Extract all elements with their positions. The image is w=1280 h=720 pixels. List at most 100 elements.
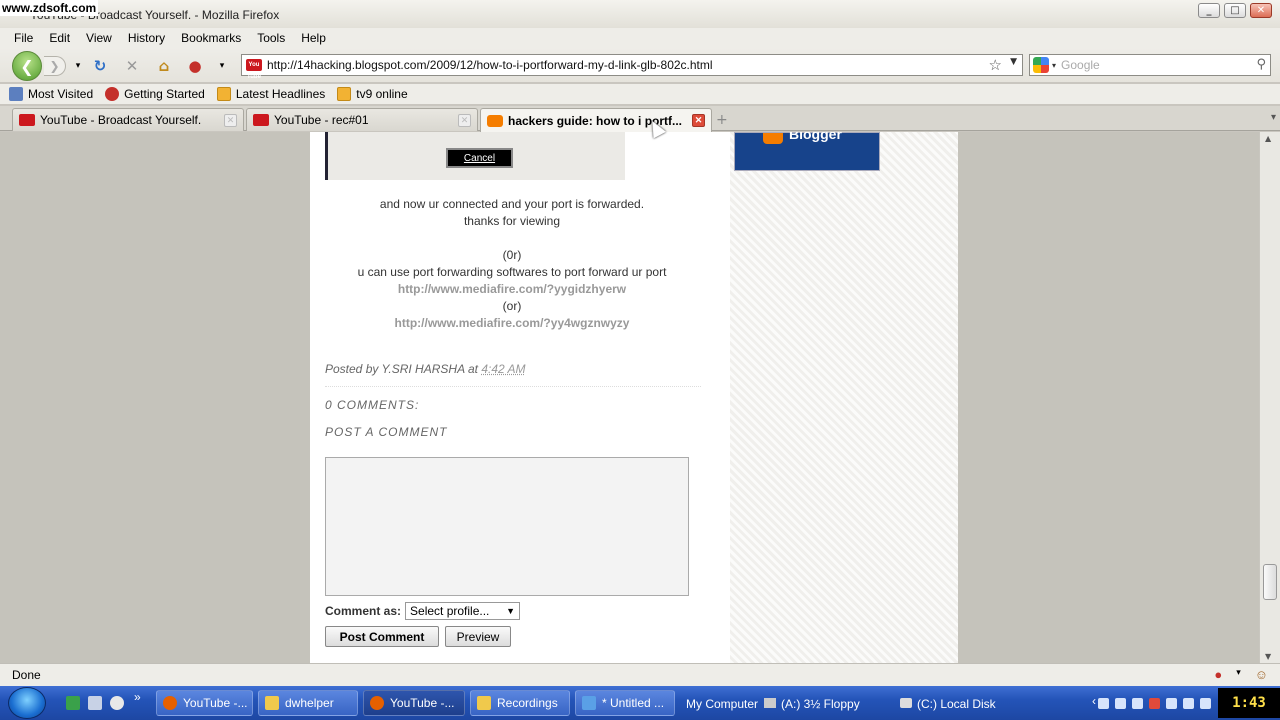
- youtube-favicon-icon: You Tube: [246, 59, 262, 80]
- tray-expand-icon[interactable]: ‹: [1092, 694, 1096, 708]
- blogger-favicon-icon: [487, 114, 503, 127]
- tray-shield-icon[interactable]: [1149, 697, 1160, 709]
- addon-icon[interactable]: ●: [185, 56, 205, 76]
- folder-icon: [265, 696, 279, 710]
- blogger-badge-text: Blogger: [789, 132, 842, 142]
- scroll-down-icon[interactable]: ▼: [1265, 652, 1271, 661]
- profile-select[interactable]: Select profile... ▼: [405, 602, 521, 620]
- task-recordings[interactable]: Recordings: [470, 690, 570, 716]
- tab-hackers-guide[interactable]: hackers guide: how to i portf... ✕: [480, 108, 712, 132]
- tray-network-icon[interactable]: [1132, 697, 1143, 709]
- quicklaunch-app-icon[interactable]: [66, 696, 80, 710]
- footer-divider: [325, 386, 701, 387]
- quicklaunch-more-icon[interactable]: »: [134, 690, 141, 704]
- quicklaunch-tool-icon[interactable]: [88, 696, 102, 710]
- folder-icon: [477, 696, 491, 710]
- menu-file[interactable]: File: [14, 31, 33, 45]
- preview-button[interactable]: Preview: [445, 626, 511, 647]
- task-youtube-1[interactable]: YouTube -...: [156, 690, 253, 716]
- post-text-line: thanks for viewing: [463, 214, 561, 228]
- menu-tools[interactable]: Tools: [257, 31, 285, 45]
- comments-heading: 0 COMMENTS:: [325, 398, 420, 412]
- comment-textarea[interactable]: [325, 457, 689, 596]
- bookmark-star-icon[interactable]: ☆: [989, 56, 1002, 74]
- new-tab-button[interactable]: +: [716, 112, 728, 128]
- task-untitled[interactable]: * Untitled ...: [575, 690, 675, 716]
- status-dropdown-icon[interactable]: ▾: [1236, 667, 1241, 682]
- post-comment-heading: POST A COMMENT: [325, 425, 448, 439]
- mediafire-link-2[interactable]: http://www.mediafire.com/?yy4wgznwyzy: [310, 315, 714, 332]
- floppy-drive-label[interactable]: (A:) 3½ Floppy: [764, 697, 860, 711]
- search-engine-dropdown-icon[interactable]: ▾: [1052, 61, 1056, 70]
- tab-close-icon[interactable]: ✕: [692, 114, 705, 127]
- local-disk-label[interactable]: (C:) Local Disk: [900, 697, 996, 711]
- tray-app-icon[interactable]: [1200, 697, 1211, 709]
- address-bar[interactable]: You Tube http://14hacking.blogspot.com/2…: [241, 54, 1023, 80]
- reload-icon[interactable]: ↻: [90, 56, 110, 76]
- scroll-up-icon[interactable]: ▲: [1265, 134, 1271, 143]
- window-titlebar: YouTube - Broadcast Yourself. - Mozilla …: [0, 0, 1280, 28]
- blogger-badge[interactable]: Blogger: [734, 132, 880, 171]
- minimize-button[interactable]: _: [1198, 3, 1220, 18]
- menu-help[interactable]: Help: [301, 31, 326, 45]
- magnifier-icon[interactable]: ⚲: [1256, 57, 1266, 72]
- paint-icon: [582, 696, 596, 710]
- task-youtube-2[interactable]: YouTube -...: [363, 690, 465, 716]
- blog-page: Cancel Blogger and now ur connected and …: [310, 132, 958, 663]
- post-footer: Posted by Y.SRI HARSHA at 4:42 AM: [325, 362, 526, 376]
- tray-volume-icon[interactable]: [1166, 697, 1177, 709]
- bookmark-getting-started[interactable]: Getting Started: [105, 87, 205, 101]
- post-text-line: and now ur connected and your port is fo…: [379, 197, 645, 211]
- monkey-addon-icon[interactable]: ☺: [1255, 667, 1268, 682]
- scrollbar-thumb[interactable]: [1263, 564, 1277, 600]
- rss-feed-icon: [216, 87, 231, 101]
- mediafire-link-1[interactable]: http://www.mediafire.com/?yygidzhyerw: [310, 281, 714, 298]
- menu-bookmarks[interactable]: Bookmarks: [181, 31, 241, 45]
- comment-as-label: Comment as:: [325, 604, 402, 618]
- tray-app-icon[interactable]: [1115, 697, 1126, 709]
- menu-view[interactable]: View: [86, 31, 112, 45]
- post-timestamp-link[interactable]: 4:42 AM: [481, 362, 525, 376]
- bookmark-most-visited[interactable]: Most Visited: [9, 87, 93, 101]
- tab-list-icon[interactable]: ▾: [1271, 112, 1276, 123]
- bookmarks-toolbar: Most Visited Getting Started Latest Head…: [0, 84, 1280, 104]
- chevron-down-icon: ▼: [506, 606, 516, 616]
- my-computer-label[interactable]: My Computer: [686, 697, 758, 711]
- tab-close-icon[interactable]: ✕: [458, 114, 471, 127]
- taskbar-clock[interactable]: 1:43: [1218, 688, 1280, 718]
- close-button[interactable]: ✕: [1250, 3, 1272, 18]
- forward-arrow-icon: ❯: [49, 59, 60, 73]
- vertical-scrollbar[interactable]: ▲ ▼: [1259, 132, 1280, 663]
- google-icon[interactable]: [1033, 57, 1049, 73]
- post-comment-button[interactable]: Post Comment: [325, 626, 439, 647]
- tab-youtube-broadcast[interactable]: YouTube - Broadcast Yourself. ✕: [12, 108, 244, 131]
- task-dwhelper[interactable]: dwhelper: [258, 690, 358, 716]
- tray-app-icon[interactable]: [1098, 697, 1109, 709]
- addon-dropdown-icon[interactable]: ▾: [212, 56, 232, 76]
- forward-button[interactable]: ❯: [44, 56, 66, 76]
- stop-icon[interactable]: ✕: [122, 56, 142, 76]
- quicklaunch-media-icon[interactable]: [110, 696, 124, 710]
- search-bar[interactable]: ▾ Google ⚲: [1029, 54, 1271, 76]
- start-button[interactable]: [8, 687, 46, 719]
- url-dropdown-icon[interactable]: ▼: [1010, 57, 1017, 67]
- status-bar: Done ● ▾ ☺: [0, 663, 1280, 686]
- menu-history[interactable]: History: [128, 31, 165, 45]
- maximize-button[interactable]: □: [1224, 3, 1246, 18]
- tab-close-icon[interactable]: ✕: [224, 114, 237, 127]
- tray-app-icon[interactable]: [1183, 697, 1194, 709]
- search-input[interactable]: Google: [1061, 58, 1100, 72]
- bookmark-tv9-online[interactable]: tv9 online: [337, 87, 408, 101]
- addon-status-icon[interactable]: ●: [1214, 667, 1222, 682]
- firefox-icon: [370, 696, 384, 710]
- bookmark-latest-headlines[interactable]: Latest Headlines: [216, 87, 325, 101]
- menu-edit[interactable]: Edit: [49, 31, 70, 45]
- blog-sidebar: [730, 132, 958, 663]
- tab-youtube-rec01[interactable]: YouTube - rec#01 ✕: [246, 108, 478, 131]
- post-text-line: u can use port forwarding softwares to p…: [357, 265, 667, 279]
- address-url[interactable]: http://14hacking.blogspot.com/2009/12/ho…: [267, 58, 713, 72]
- home-icon[interactable]: ⌂: [154, 56, 174, 76]
- history-dropdown-icon[interactable]: ▾: [68, 56, 88, 76]
- back-button[interactable]: ❮: [12, 51, 42, 81]
- posted-by-text: Posted by Y.SRI HARSHA at: [325, 362, 478, 376]
